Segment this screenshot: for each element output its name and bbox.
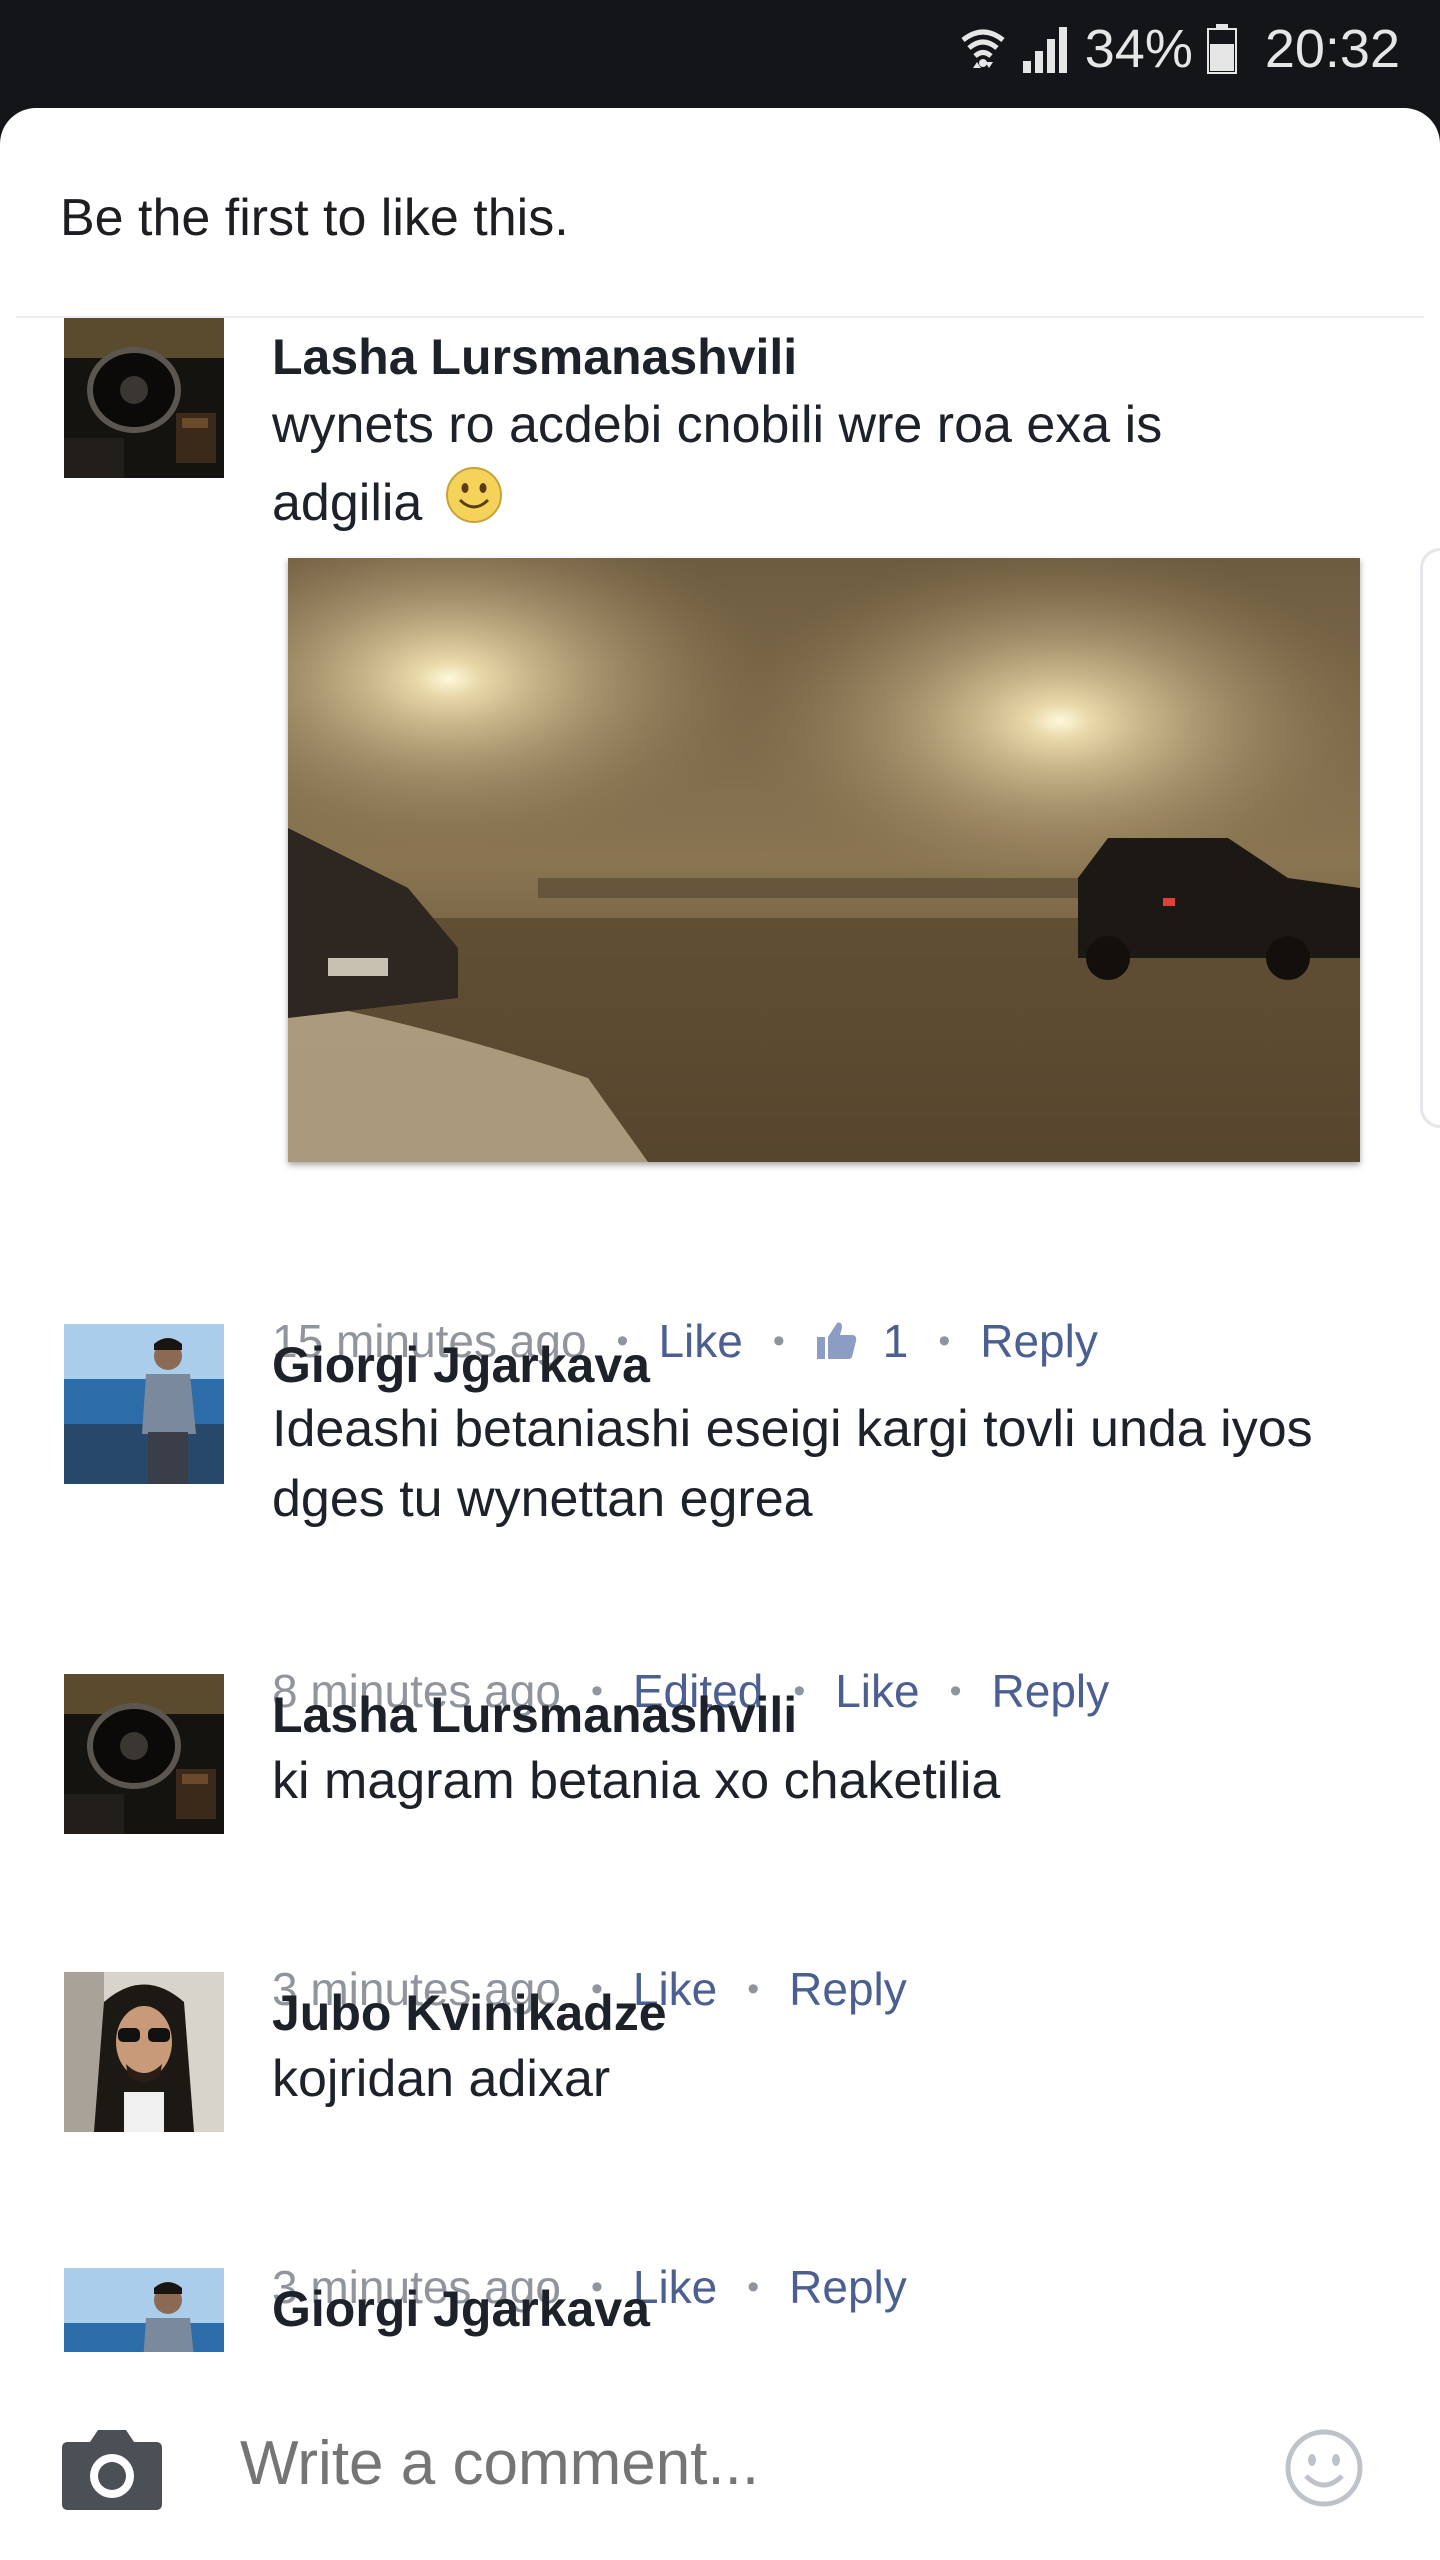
avatar[interactable] bbox=[64, 318, 224, 478]
battery-icon bbox=[1206, 24, 1237, 74]
separator-dot: • bbox=[772, 1321, 785, 1360]
battery-percent: 34% bbox=[1084, 19, 1193, 79]
like-button[interactable]: Like bbox=[835, 1664, 919, 1718]
reply-button[interactable]: Reply bbox=[980, 1314, 1098, 1368]
likes-summary[interactable]: Be the first to like this. bbox=[60, 188, 569, 248]
signal-icon bbox=[1021, 25, 1071, 73]
smiley-emoji bbox=[445, 466, 503, 546]
like-count[interactable]: 1 bbox=[883, 1314, 909, 1368]
comment-photo[interactable] bbox=[288, 558, 1360, 1162]
separator-dot: • bbox=[747, 1969, 760, 2008]
reply-button[interactable]: Reply bbox=[789, 2260, 907, 2314]
comment-text: ki magram betania xo chaketilia bbox=[272, 1752, 1001, 1810]
clock: 20:32 bbox=[1264, 19, 1400, 79]
reply-button[interactable]: Reply bbox=[789, 1962, 907, 2016]
reply-button[interactable]: Reply bbox=[992, 1664, 1110, 1718]
separator-dot: • bbox=[938, 1321, 951, 1360]
camera-icon[interactable] bbox=[60, 2426, 164, 2517]
comment-author[interactable]: Lasha Lursmanashvili bbox=[272, 1686, 797, 1744]
status-bar: 34% 20:32 bbox=[0, 0, 1440, 100]
comments-sheet: Be the first to like this. Lasha Lursman… bbox=[0, 108, 1440, 2560]
comment-author[interactable]: Giorgi Jgarkava bbox=[272, 2280, 650, 2338]
comment-text: Ideashi betaniashi eseigi kargi tovli un… bbox=[272, 1400, 1313, 1528]
comment-author[interactable]: Lasha Lursmanashvili bbox=[272, 328, 797, 386]
emoji-icon[interactable] bbox=[1284, 2428, 1364, 2513]
comment-author[interactable]: Jubo Kvinikadze bbox=[272, 1984, 667, 2042]
separator-dot: • bbox=[949, 1671, 962, 1710]
avatar[interactable] bbox=[64, 1972, 224, 2132]
divider bbox=[16, 316, 1424, 318]
comment-input[interactable] bbox=[240, 2428, 1220, 2499]
separator-dot: • bbox=[747, 2267, 760, 2306]
thumbs-up-icon[interactable] bbox=[815, 1319, 859, 1363]
comment-text: kojridan adixar bbox=[272, 2050, 611, 2108]
comment-author[interactable]: Giorgi Jgarkava bbox=[272, 1336, 650, 1394]
comment-text: wynets ro acdebi cnobili wre roa exa is … bbox=[272, 386, 1272, 546]
comment-composer bbox=[0, 2368, 1440, 2560]
avatar[interactable] bbox=[64, 2268, 224, 2352]
side-panel-edge[interactable] bbox=[1420, 548, 1440, 1128]
avatar[interactable] bbox=[64, 1324, 224, 1484]
wifi-icon bbox=[959, 24, 1007, 74]
like-button[interactable]: Like bbox=[658, 1314, 742, 1368]
status-icons: 34% 20:32 bbox=[959, 14, 1400, 84]
avatar[interactable] bbox=[64, 1674, 224, 1834]
